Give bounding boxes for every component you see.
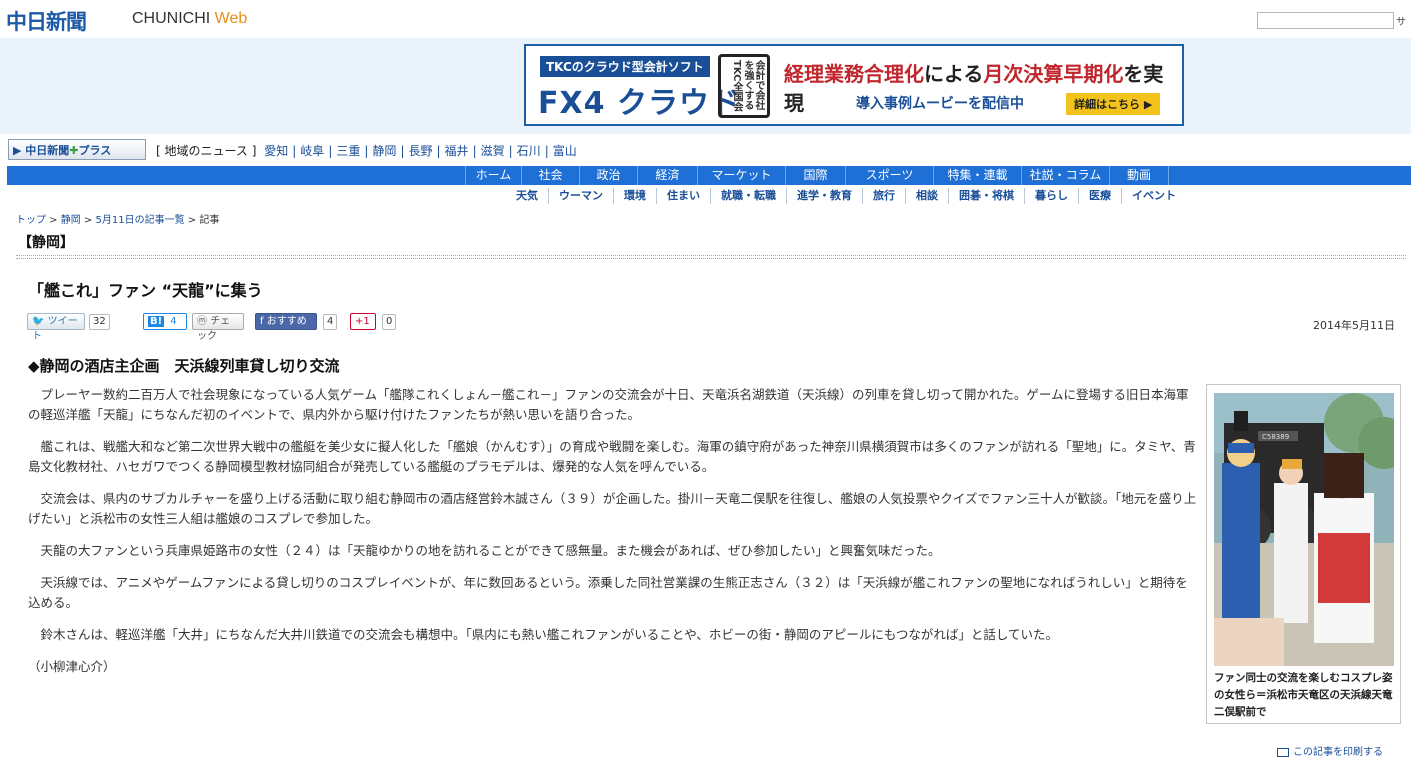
ad-tag: TKCのクラウド型会計ソフト	[540, 56, 710, 77]
nav-tab[interactable]: マーケット	[697, 166, 785, 185]
region-separator: |	[472, 144, 477, 158]
subnav-link[interactable]: 相談	[905, 188, 948, 204]
region-bar: ▶ 中日新聞✚プラス [ 地域のニュース ] 愛知 | 岐阜 | 三重 | 静岡 | 長野 | 福井…	[0, 138, 1411, 162]
paragraph: 艦これは、戦艦大和など第二次世界大戦中の艦艇を美少女に擬人化した「艦娘（かんむす…	[28, 439, 1196, 474]
section-title: 【静岡】	[18, 235, 74, 251]
hatena-bookmark-button[interactable]: B! 4	[143, 313, 187, 330]
breadcrumb-current: 記事	[199, 215, 220, 226]
site-logo-en: CHUNICHI Web	[132, 10, 248, 27]
region-link[interactable]: 富山	[553, 144, 577, 158]
region-link[interactable]: 福井	[445, 144, 469, 158]
paragraph: プレーヤー数約二百万人で社会現象になっている人気ゲーム「艦隊これくしょん－艦これ…	[28, 387, 1189, 422]
article-headline: 「艦これ」ファン “天龍”に集う	[28, 281, 263, 300]
subnav-link[interactable]: 暮らし	[1024, 188, 1078, 204]
mixi-check-button[interactable]: ⓜ チェック	[192, 313, 244, 342]
subnav-link[interactable]: 医療	[1078, 188, 1121, 204]
breadcrumb-link[interactable]: 5月11日の記事一覧	[96, 215, 185, 226]
region-separator: |	[364, 144, 369, 158]
breadcrumb-separator: >	[80, 215, 96, 226]
nav-tab[interactable]: 社説・コラム	[1021, 166, 1109, 185]
subnav-link[interactable]: 進学・教育	[786, 188, 862, 204]
photo-caption: ファン同士の交流を楽しむコスプレ姿の女性ら＝浜松市天竜区の天浜線天竜二俣駅前で	[1214, 672, 1393, 718]
ad-brand: FX4 クラウド	[538, 86, 741, 121]
region-separator: |	[436, 144, 441, 158]
breadcrumb-separator: >	[184, 215, 200, 226]
play-icon: ▶	[13, 144, 26, 157]
twitter-icon: 🐦	[32, 316, 45, 327]
facebook-icon: f	[260, 316, 264, 327]
article-date: 2014年5月11日	[1313, 319, 1395, 332]
gplus-count: 0	[382, 314, 397, 330]
region-link[interactable]: 愛知	[264, 144, 288, 158]
sub-nav: 天気 ウーマン 環境 住まい 就職・転職 進学・教育 旅行 相談 囲碁・将棋 暮らし 医療 イベント	[506, 188, 1186, 204]
subnav-link[interactable]: 住まい	[656, 188, 710, 204]
ad-seal: 会計で会社を強くする TKC全国会	[718, 54, 770, 118]
locomotive-plate: C58389	[1262, 433, 1289, 441]
region-link[interactable]: 三重	[336, 144, 360, 158]
paragraph: 天龍の大ファンという兵庫県姫路市の女性（２４）は「天龍ゆかりの地を訪れることがで…	[40, 543, 941, 558]
subnav-link[interactable]: 就職・転職	[710, 188, 786, 204]
top-bar: 中日新聞 CHUNICHI Web サ	[0, 0, 1411, 38]
paragraph: 鈴木さんは、軽巡洋艦「大井」にちなんだ大井川鉄道での交流会も構想中。「県内にも熱…	[40, 627, 1059, 642]
breadcrumb-separator: >	[46, 215, 61, 226]
nav-tab[interactable]: ホーム	[465, 166, 521, 185]
nav-tab[interactable]: 特集・連載	[933, 166, 1021, 185]
ad-detail-button[interactable]: 詳細はこちら ▶	[1066, 93, 1161, 115]
print-article-link[interactable]: この記事を印刷する	[1277, 743, 1383, 758]
photo-illustration: C58389	[1214, 393, 1394, 666]
chunichi-plus-button[interactable]: ▶ 中日新聞✚プラス	[8, 139, 146, 160]
region-separator: |	[400, 144, 405, 158]
search-button[interactable]: サ	[1396, 13, 1406, 28]
region-separator: |	[328, 144, 333, 158]
site-logo[interactable]: 中日新聞	[6, 6, 87, 36]
search-input[interactable]	[1257, 12, 1394, 29]
region-link[interactable]: 長野	[408, 144, 432, 158]
subnav-link[interactable]: ウーマン	[548, 188, 613, 204]
gplus-button[interactable]: +1	[350, 313, 376, 330]
nav-tab[interactable]: 経済	[637, 166, 697, 185]
subnav-link[interactable]: 環境	[613, 188, 656, 204]
region-links: [ 地域のニュース ] 愛知 | 岐阜 | 三重 | 静岡 | 長野 | 福井 | 滋賀 | 石川 | 富山	[156, 142, 581, 159]
region-separator: |	[508, 144, 513, 158]
region-link[interactable]: 滋賀	[481, 144, 505, 158]
printer-icon	[1277, 747, 1289, 757]
subnav-link[interactable]: 囲碁・将棋	[948, 188, 1024, 204]
region-link[interactable]: 石川	[517, 144, 541, 158]
nav-tab[interactable]: 動画	[1109, 166, 1169, 185]
facebook-count: 4	[323, 314, 338, 330]
paragraph: 交流会は、県内のサブカルチャーを盛り上げる活動に取り組む静岡市の酒店経営鈴木誠さ…	[28, 491, 1197, 526]
nav-tab[interactable]: 国際	[785, 166, 845, 185]
paragraph: 天浜線では、アニメやゲームファンによる貸し切りのコスプレイベントが、年に数回ある…	[28, 575, 1188, 610]
subnav-link[interactable]: 旅行	[862, 188, 905, 204]
region-link[interactable]: 岐阜	[300, 144, 324, 158]
byline: （小柳津心介）	[28, 659, 116, 674]
main-nav: ホーム 社会 政治 経済 マーケット 国際 スポーツ 特集・連載 社説・コラム 動画	[7, 166, 1411, 185]
breadcrumb-link[interactable]: 静岡	[61, 215, 81, 226]
nav-tab[interactable]: スポーツ	[845, 166, 933, 185]
region-separator: |	[292, 144, 297, 158]
tweet-button[interactable]: 🐦 ツイート	[27, 313, 85, 342]
hatena-icon: B!	[148, 316, 165, 327]
region-prefix: [ 地域のニュース ]	[156, 144, 257, 158]
breadcrumb: トップ > 静岡 > 5月11日の記事一覧 > 記事	[16, 211, 219, 226]
region-link[interactable]: 静岡	[372, 144, 396, 158]
ad-subtext: 導入事例ムービーを配信中	[856, 96, 1024, 112]
breadcrumb-link[interactable]: トップ	[16, 215, 46, 226]
article-photo[interactable]: C58389	[1214, 393, 1394, 666]
subnav-link[interactable]: 天気	[506, 188, 548, 204]
tweet-count: 32	[89, 314, 110, 330]
divider	[16, 255, 1406, 259]
article-photo-box: C58389 ファン同士の交流を楽しむコスプレ姿の女性ら＝浜松市天竜区の天浜線天…	[1206, 384, 1401, 724]
facebook-recommend-button[interactable]: f おすすめ	[255, 313, 317, 330]
region-separator: |	[544, 144, 549, 158]
nav-tab[interactable]: 政治	[579, 166, 637, 185]
nav-tab[interactable]: 社会	[521, 166, 579, 185]
banner-ad[interactable]: TKCのクラウド型会計ソフト FX4 クラウド 会計で会社を強くする TKC全国…	[524, 44, 1184, 126]
article-subhead: ◆静岡の酒店主企画 天浜線列車貸し切り交流	[28, 357, 340, 375]
subnav-link[interactable]: イベント	[1121, 188, 1186, 204]
mixi-icon: ⓜ	[197, 316, 207, 327]
article-body: プレーヤー数約二百万人で社会現象になっている人気ゲーム「艦隊これくしょん－艦これ…	[28, 385, 1198, 689]
